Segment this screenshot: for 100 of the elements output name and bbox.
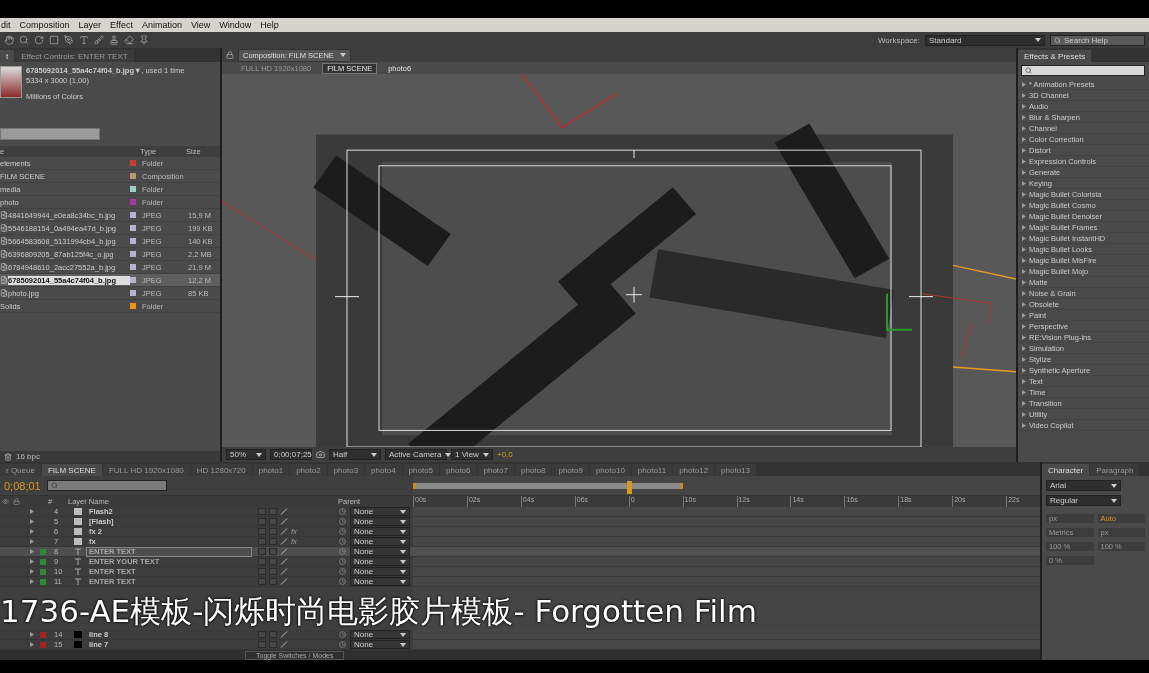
pin-icon[interactable]: [139, 35, 149, 45]
rectangle-icon[interactable]: [49, 35, 59, 45]
composition-tab[interactable]: photo1: [252, 464, 290, 476]
parent-dropdown[interactable]: None: [350, 547, 410, 556]
parent-dropdown[interactable]: None: [350, 577, 410, 586]
search-field[interactable]: [0, 128, 100, 140]
rotate-icon[interactable]: [34, 35, 44, 45]
switch-checkbox[interactable]: [258, 518, 266, 525]
timecode-field[interactable]: 0;00;07;25: [270, 449, 312, 460]
composition-tab[interactable]: photo8: [515, 464, 552, 476]
panel-tab[interactable]: Character: [1042, 464, 1090, 476]
caret-icon: [1111, 498, 1117, 503]
pickwhip-icon[interactable]: [339, 518, 346, 525]
hand-icon[interactable]: [4, 35, 14, 45]
switch-checkbox[interactable]: [258, 508, 266, 515]
pen-icon[interactable]: [64, 35, 74, 45]
work-area-bar[interactable]: [413, 482, 683, 489]
search-field[interactable]: [1021, 65, 1145, 76]
switch-checkbox[interactable]: [269, 518, 277, 525]
font-style-dropdown[interactable]: Regular: [1046, 495, 1121, 506]
composition-tab[interactable]: photo7: [477, 464, 514, 476]
switch-checkbox[interactable]: [258, 538, 266, 545]
search-field[interactable]: [46, 480, 167, 491]
switch-checkbox[interactable]: [269, 631, 277, 638]
panel-tab[interactable]: t: [0, 50, 15, 62]
switch-checkbox[interactable]: [269, 528, 277, 535]
composition-tab[interactable]: photo9: [552, 464, 589, 476]
composition-tab[interactable]: photo10: [589, 464, 631, 476]
composition-tab[interactable]: r Queue: [0, 464, 41, 476]
switch-checkbox[interactable]: [258, 558, 266, 565]
bit-depth[interactable]: 16 bpc: [16, 452, 41, 461]
switch-checkbox[interactable]: [269, 548, 277, 555]
switch-checkbox[interactable]: [269, 508, 277, 515]
pickwhip-icon[interactable]: [339, 508, 346, 515]
parent-dropdown[interactable]: None: [350, 557, 410, 566]
menu-item[interactable]: Layer: [78, 20, 102, 30]
composition-tab[interactable]: photo13: [715, 464, 756, 476]
menu-item[interactable]: Effect: [110, 20, 133, 30]
search-field[interactable]: Search Help: [1050, 34, 1145, 46]
composition-tab[interactable]: photo3: [327, 464, 365, 476]
switch-checkbox[interactable]: [258, 568, 266, 575]
eraser-icon[interactable]: [124, 35, 134, 45]
parent-dropdown[interactable]: None: [350, 507, 410, 516]
stamp-icon[interactable]: [109, 35, 119, 45]
pickwhip-icon[interactable]: [339, 631, 346, 638]
switch-checkbox[interactable]: [258, 578, 266, 585]
composition-tab[interactable]: HD 1280x720: [190, 464, 252, 476]
composition-tab[interactable]: photo5: [402, 464, 440, 476]
parent-dropdown[interactable]: None: [350, 517, 410, 526]
menu-item[interactable]: View: [190, 20, 211, 30]
zoom-dropdown[interactable]: 50%: [226, 449, 266, 460]
parent-dropdown[interactable]: None: [350, 527, 410, 536]
switch-checkbox[interactable]: [258, 641, 266, 648]
switch-checkbox[interactable]: [269, 568, 277, 575]
exposure-value[interactable]: +0,0: [497, 450, 513, 459]
menu-item[interactable]: Animation: [141, 20, 182, 30]
panel-tab[interactable]: Effect Controls: ENTER TEXT: [15, 50, 134, 62]
composition-tab[interactable]: photo11: [631, 464, 673, 476]
parent-dropdown[interactable]: None: [350, 630, 410, 639]
playhead[interactable]: [627, 481, 633, 494]
composition-tab[interactable]: FULL HD 1920x1080: [102, 464, 190, 476]
pickwhip-icon[interactable]: [339, 568, 346, 575]
composition-tab[interactable]: photo4: [365, 464, 402, 476]
parent-dropdown[interactable]: None: [350, 567, 410, 576]
trash-icon[interactable]: [4, 452, 12, 461]
pickwhip-icon[interactable]: [339, 558, 346, 565]
switch-checkbox[interactable]: [258, 631, 266, 638]
switch-checkbox[interactable]: [269, 558, 277, 565]
parent-dropdown[interactable]: None: [350, 537, 410, 546]
panel-tab[interactable]: Paragraph: [1090, 464, 1140, 476]
pickwhip-icon[interactable]: [339, 578, 346, 585]
view-dropdown[interactable]: 1 View: [451, 449, 493, 460]
switch-checkbox[interactable]: [269, 538, 277, 545]
workspace-dropdown[interactable]: Standard: [925, 34, 1045, 46]
camera-icon[interactable]: [316, 450, 325, 459]
pickwhip-icon[interactable]: [339, 538, 346, 545]
composition-tab[interactable]: FILM SCENE: [41, 464, 102, 476]
composition-tab[interactable]: photo6: [440, 464, 477, 476]
composition-tab[interactable]: photo12: [673, 464, 715, 476]
resolution-dropdown[interactable]: Half: [329, 449, 381, 460]
parent-dropdown[interactable]: None: [350, 640, 410, 649]
switch-checkbox[interactable]: [258, 528, 266, 535]
lock-icon[interactable]: [226, 51, 234, 59]
font-dropdown[interactable]: Arial: [1046, 480, 1121, 491]
text-tool-icon[interactable]: [79, 35, 89, 45]
pickwhip-icon[interactable]: [339, 548, 346, 555]
pickwhip-icon[interactable]: [339, 528, 346, 535]
brush-icon[interactable]: [94, 35, 104, 45]
text-layer-icon: [74, 548, 82, 555]
composition-tab[interactable]: photo2: [290, 464, 327, 476]
current-time[interactable]: 0;08;01: [4, 479, 41, 492]
switch-checkbox[interactable]: [269, 641, 277, 648]
menu-item[interactable]: Help: [260, 20, 279, 30]
menu-item[interactable]: Window: [219, 20, 252, 30]
switch-checkbox[interactable]: [258, 548, 266, 555]
menu-item[interactable]: Composition: [19, 20, 70, 30]
switch-checkbox[interactable]: [269, 578, 277, 585]
menu-item[interactable]: dit: [1, 20, 11, 30]
magnifier-icon[interactable]: [19, 35, 29, 45]
pickwhip-icon[interactable]: [339, 641, 346, 648]
